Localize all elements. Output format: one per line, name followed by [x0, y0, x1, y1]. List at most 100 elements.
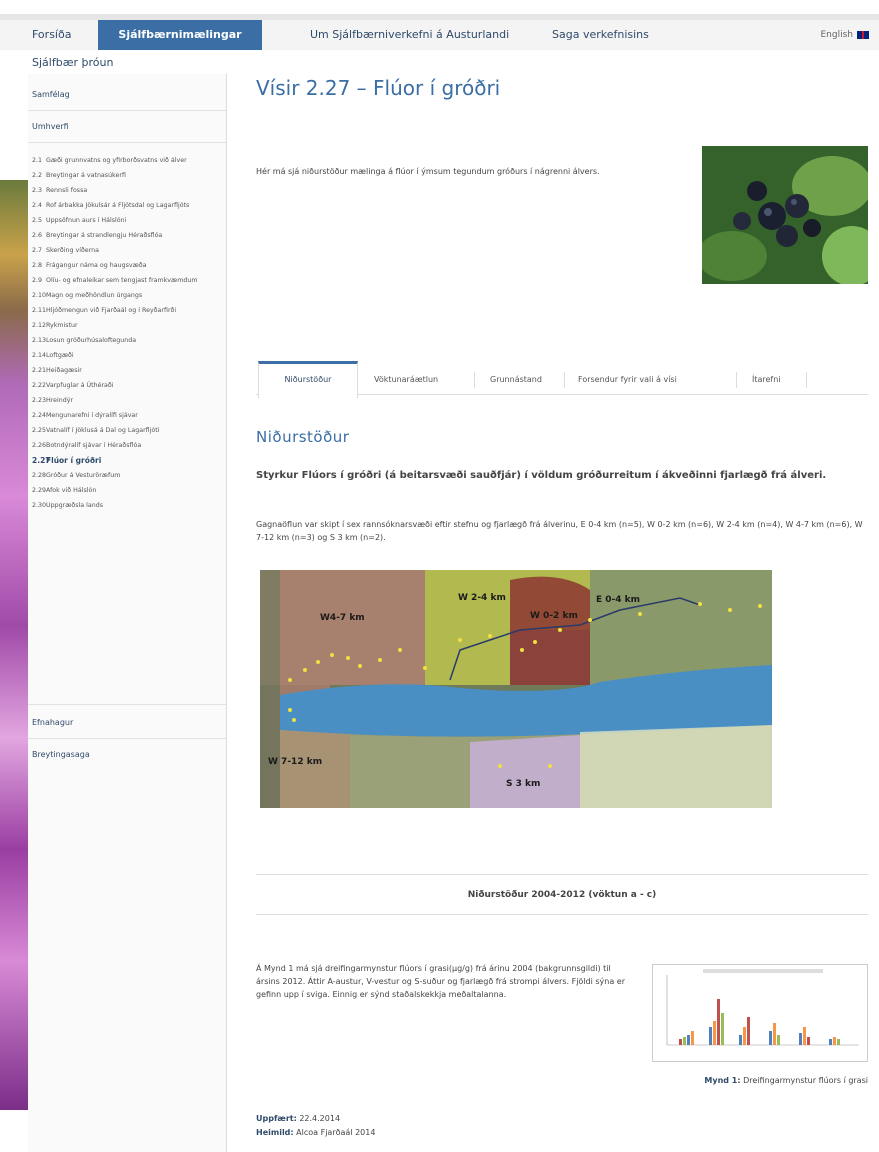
sidebar-item-label: Heiðagæsir	[46, 367, 82, 374]
map-label-w24: W 2-4 km	[458, 593, 506, 603]
sidebar-category-economy[interactable]: Efnahagur	[28, 718, 73, 727]
sidebar-item[interactable]: 2.6 Breytingar á strandlengju Héraðsflóa	[32, 231, 222, 240]
sidebar-item-label: Botndýralíf sjávar í Héraðsflóa	[46, 442, 142, 449]
sidebar-item-label: Frágangur náma og haugsvæða	[46, 262, 147, 269]
sidebar-item-label: Mengunarefni í dýralífi sjávar	[46, 412, 138, 419]
sidebar-item[interactable]: 2.22 Varpfuglar á Úthéraði	[32, 381, 222, 390]
sidebar-item-label: Uppgræðsla lands	[46, 502, 103, 509]
sidebar-item[interactable]: 2.10 Magn og meðhöndlun úrgangs	[32, 291, 222, 300]
sidebar-item-number: 2.10	[32, 292, 47, 299]
sidebar-item[interactable]: 2.5 Uppsöfnun aurs í Hálslóni	[32, 216, 222, 225]
tab-results[interactable]: Niðurstöður	[258, 361, 358, 398]
divider	[256, 914, 868, 915]
sidebar-item[interactable]: 2.28 Gróður á Vesturöræfum	[32, 471, 222, 480]
sidebar-item[interactable]: 2.29 Afok við Hálslón	[32, 486, 222, 495]
tab-separator	[736, 372, 737, 388]
sampling-map: W4-7 km W 2-4 km W 0-2 km E 0-4 km W 7-1…	[260, 570, 772, 808]
sub-navigation[interactable]: Sjálfbær þróun	[32, 56, 113, 69]
sidebar: Samfélag Umhverfi 2.1 Gæði grunnvatns og …	[28, 74, 227, 1152]
sidebar-item-number: 2.7	[32, 247, 43, 254]
sidebar-item[interactable]: 2.21 Heiðagæsir	[32, 366, 222, 375]
sidebar-item-number: 2.29	[32, 487, 47, 494]
sidebar-item-number: 2.11	[32, 307, 47, 314]
plant-photo	[702, 146, 868, 284]
sidebar-item-number: 2.21	[32, 367, 47, 374]
sidebar-item-number: 2.30	[32, 502, 47, 509]
sidebar-item[interactable]: 2.8 Frágangur náma og haugsvæða	[32, 261, 222, 270]
nav-indicators[interactable]: Sjálfbærnimælingar	[98, 20, 262, 50]
language-label: English	[820, 30, 854, 40]
sidebar-category-environment[interactable]: Umhverfi	[28, 122, 69, 131]
map-image: W4-7 km W 2-4 km W 0-2 km E 0-4 km W 7-1…	[260, 570, 772, 808]
source-value: Alcoa Fjarðaál 2014	[293, 1128, 376, 1137]
sidebar-item-number: 2.14	[32, 352, 47, 359]
sidebar-item-number: 2.12	[32, 322, 47, 329]
sidebar-item[interactable]: 2.14 Loftgæði	[32, 351, 222, 360]
sidebar-item-label: Gróður á Vesturöræfum	[46, 472, 121, 479]
sidebar-item[interactable]: 2.26 Botndýralíf sjávar í Héraðsflóa	[32, 441, 222, 450]
sidebar-indicator-list: 2.1 Gæði grunnvatns og yfirborðsvatns við…	[32, 156, 222, 516]
sidebar-item-label: Magn og meðhöndlun úrgangs	[46, 292, 143, 299]
section-description: Gagnaöflun var skipt í sex rannsóknarsvæ…	[256, 520, 863, 542]
sidebar-item[interactable]: 2.30 Uppgræðsla lands	[32, 501, 222, 510]
sidebar-item[interactable]: 2.27 Flúor í gróðri	[32, 456, 222, 465]
sidebar-item-label: Vatnalíf í Jöklusá á Dal og Lagarfljóti	[46, 427, 160, 434]
page-meta: Uppfært: 22.4.2014 Heimild: Alcoa Fjarða…	[256, 1112, 375, 1140]
sidebar-item-label: Olíu- og efnaleikar sem tengjast framkvæ…	[46, 277, 198, 284]
sidebar-item[interactable]: 2.7 Skerðing víðerna	[32, 246, 222, 255]
nav-home[interactable]: Forsíða	[32, 20, 71, 50]
tab-criteria[interactable]: Forsendur fyrir vali á vísi	[578, 364, 677, 394]
sidebar-item[interactable]: 2.9 Olíu- og efnaleikar sem tengjast fram…	[32, 276, 222, 285]
sidebar-item-label: Skerðing víðerna	[46, 247, 100, 254]
divider	[256, 874, 868, 875]
figure-thumbnail[interactable]	[652, 964, 868, 1062]
background-flower-photo	[0, 180, 28, 1110]
sidebar-item-number: 2.26	[32, 442, 47, 449]
tab-further-material[interactable]: Ítarefni	[752, 364, 781, 394]
sidebar-item-label: Uppsöfnun aurs í Hálslóni	[46, 217, 127, 224]
figure-description: Á Mynd 1 má sjá dreifingarmynstur flúors…	[256, 964, 626, 999]
sidebar-item[interactable]: 2.25 Vatnalíf í Jöklusá á Dal og Lagarflj…	[32, 426, 222, 435]
berries-image	[702, 146, 868, 284]
sidebar-item-label: Gæði grunnvatns og yfirborðsvatns við ál…	[46, 157, 187, 164]
results-title: Niðurstöður 2004-2012 (vöktun a - c)	[467, 890, 657, 900]
sidebar-item-number: 2.13	[32, 337, 47, 344]
sidebar-item[interactable]: 2.2 Breytingar á vatnasúkerfi	[32, 171, 222, 180]
sidebar-item-label: Hreindýr	[46, 397, 74, 404]
divider	[28, 110, 226, 111]
sidebar-item-number: 2.25	[32, 427, 47, 434]
map-label-s3: S 3 km	[506, 779, 540, 789]
sidebar-item[interactable]: 2.12 Rykmistur	[32, 321, 222, 330]
language-switch[interactable]: English	[820, 20, 869, 50]
sidebar-item[interactable]: 2.13 Losun gróðurhúsaloftegunda	[32, 336, 222, 345]
sidebar-item-number: 2.24	[32, 412, 47, 419]
section-title: Niðurstöður	[256, 428, 350, 446]
sidebar-item-number: 2.5	[32, 217, 43, 224]
sidebar-item-number: 2.3	[32, 187, 43, 194]
sidebar-item[interactable]: 2.3 Rennsli fossa	[32, 186, 222, 195]
tab-monitoring-plan[interactable]: Vöktunaráætlun	[374, 364, 438, 394]
sidebar-item-number: 2.6	[32, 232, 43, 239]
sidebar-item[interactable]: 2.23 Hreindýr	[32, 396, 222, 405]
nav-project[interactable]: Um Sjálfbærniverkefni á Austurlandi	[310, 20, 509, 50]
caption-text: Dreifingarmynstur flúors í grasi	[740, 1076, 868, 1085]
sidebar-item-number: 2.8	[32, 262, 43, 269]
sidebar-category-changelog[interactable]: Breytingasaga	[28, 750, 90, 759]
sidebar-item[interactable]: 2.1 Gæði grunnvatns og yfirborðsvatns við…	[32, 156, 222, 165]
sidebar-item[interactable]: 2.24 Mengunarefni í dýralífi sjávar	[32, 411, 222, 420]
sidebar-item[interactable]: 2.11 Hljóðmengun við Fjarðaál og í Reyðar…	[32, 306, 222, 315]
sidebar-item-label: Breytingar á vatnasúkerfi	[46, 172, 126, 179]
sidebar-item[interactable]: 2.4 Rof árbakka Jökulsár á Fljótsdal og L…	[32, 201, 222, 210]
main-content: Vísir 2.27 – Flúor í gróðri Hér má sjá n…	[256, 76, 868, 1137]
page-title: Vísir 2.27 – Flúor í gróðri	[256, 76, 501, 100]
caption-label: Mynd 1:	[704, 1076, 741, 1085]
intro-text: Hér má sjá niðurstöður mælinga á flúor í…	[256, 167, 600, 176]
sidebar-item-number: 2.9	[32, 277, 43, 284]
tab-baseline[interactable]: Grunnástand	[490, 364, 542, 394]
divider	[28, 738, 226, 739]
content-tabs: Niðurstöður Vöktunaráætlun Grunnástand F…	[256, 361, 868, 398]
sidebar-item-label: Losun gróðurhúsaloftegunda	[46, 337, 137, 344]
sidebar-item-label: Flúor í gróðri	[46, 456, 102, 465]
sidebar-category-society[interactable]: Samfélag	[28, 90, 70, 99]
nav-history[interactable]: Saga verkefnisins	[552, 20, 649, 50]
